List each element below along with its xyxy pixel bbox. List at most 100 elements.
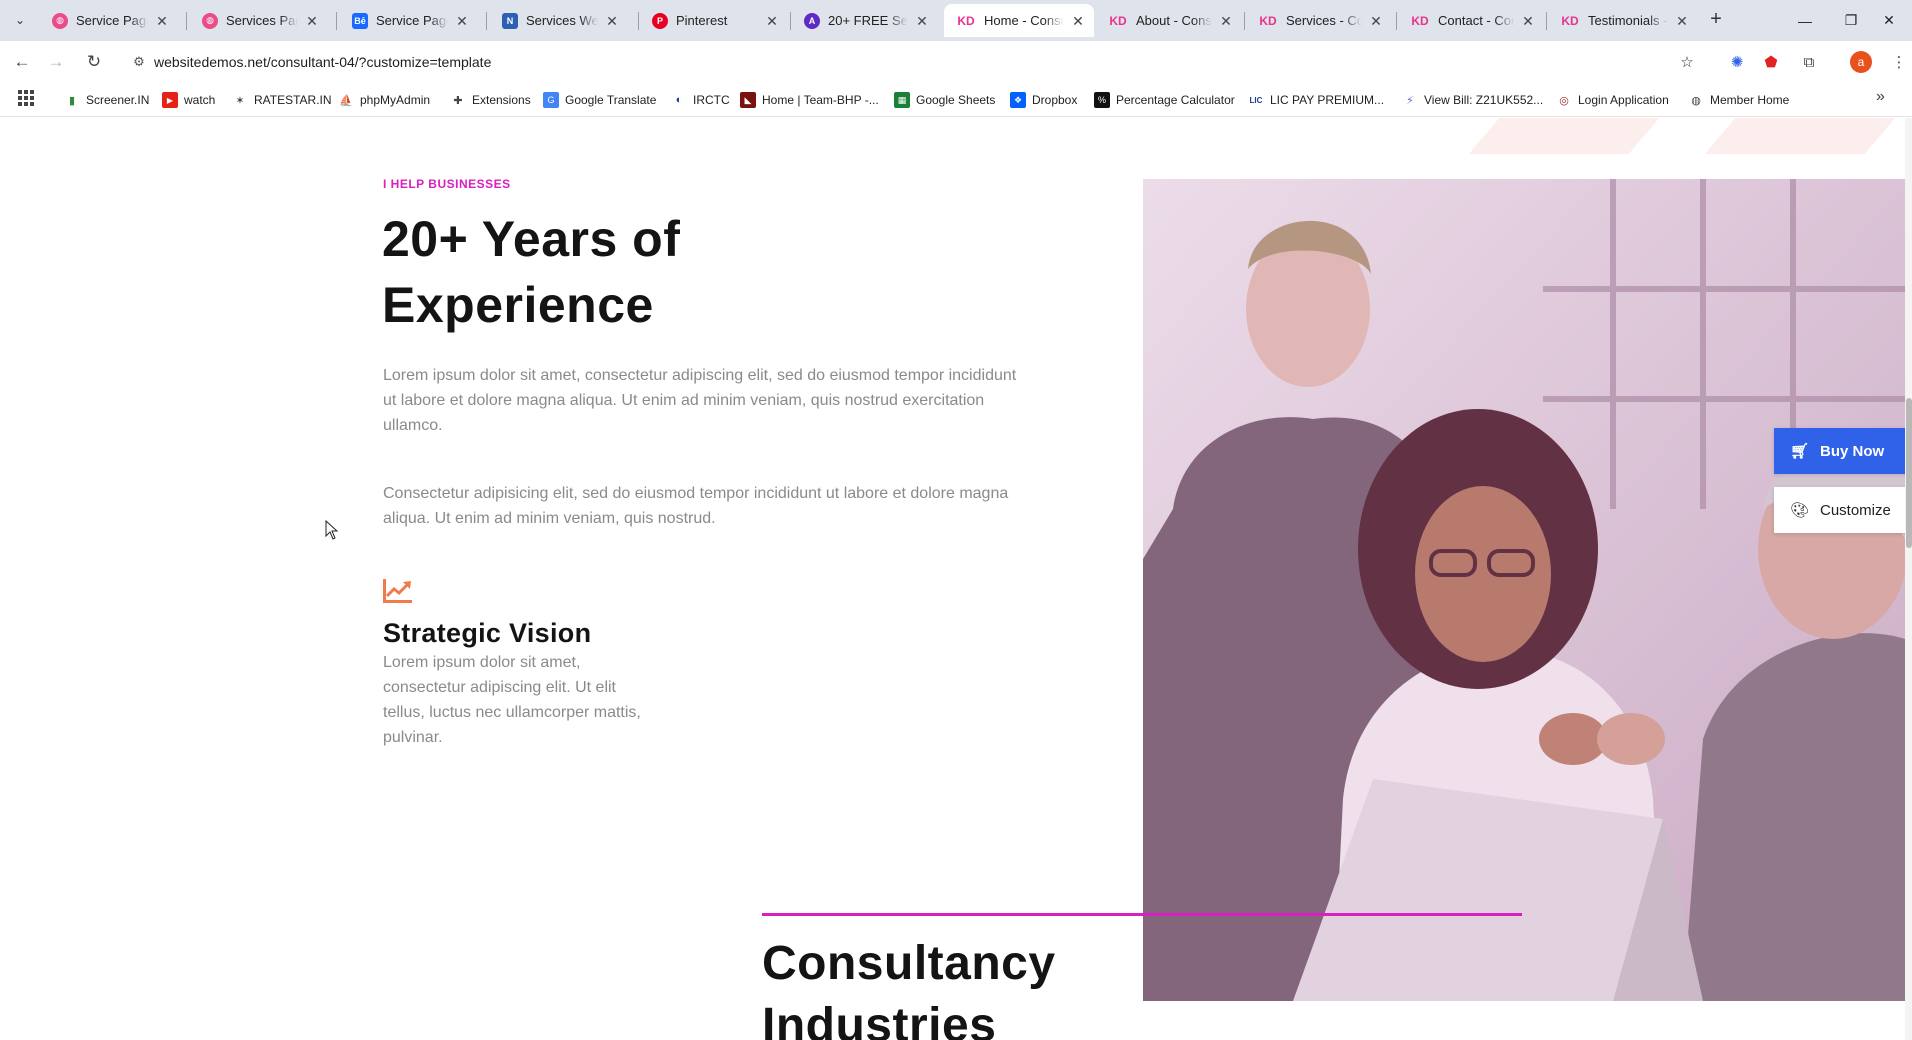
forward-arrow-icon[interactable]: → xyxy=(44,50,68,74)
bookmark-irctc[interactable]: ◐ IRCTC xyxy=(671,92,730,108)
tab-title: 20+ FREE Servi xyxy=(828,13,908,28)
tab-search-chevron-icon[interactable]: ⌄ xyxy=(8,8,32,32)
dropbox-icon: ❖ xyxy=(1010,92,1026,108)
dribbble-icon: ◍ xyxy=(202,12,218,29)
browser-menu-icon[interactable]: ⋮ xyxy=(1888,51,1910,73)
tab-contact-consultant[interactable]: KD Contact - Cons ✕ xyxy=(1398,4,1544,37)
url-text[interactable]: websitedemos.net/consultant-04/?customiz… xyxy=(154,54,491,70)
bookmark-percentage-calculator[interactable]: % Percentage Calculator xyxy=(1094,92,1235,108)
close-icon[interactable]: ✕ xyxy=(304,13,320,29)
back-arrow-icon[interactable]: ← xyxy=(10,50,34,74)
bookmark-team-bhp[interactable]: ◣ Home | Team-BHP -... xyxy=(740,92,879,108)
tab-home-consultant[interactable]: KD Home - Consu ✕ xyxy=(944,4,1094,37)
kd-icon: KD xyxy=(1259,13,1277,28)
reload-icon[interactable]: ↻ xyxy=(82,50,106,74)
apps-grid-icon[interactable] xyxy=(18,90,34,106)
palette-icon: 🎨︎ xyxy=(1790,502,1810,519)
notion-icon: N xyxy=(502,12,518,29)
kd-icon: KD xyxy=(1561,13,1579,28)
window-close-icon[interactable]: ✕ xyxy=(1866,0,1912,41)
close-icon[interactable]: ✕ xyxy=(1520,13,1536,29)
feature-title: Strategic Vision xyxy=(383,618,592,648)
extensions-puzzle-icon[interactable]: ⧉ xyxy=(1798,51,1820,73)
bookmark-watch[interactable]: ▶ watch xyxy=(162,92,215,108)
chart-trend-icon xyxy=(383,579,412,603)
bookmark-view-bill[interactable]: ⚡ View Bill: Z21UK552... xyxy=(1402,92,1543,108)
bookmark-star-icon[interactable]: ☆ xyxy=(1676,51,1698,73)
buy-now-button[interactable]: 🛒︎ Buy Now xyxy=(1774,428,1906,474)
kd-icon: KD xyxy=(1411,13,1429,28)
cart-icon: 🛒︎ xyxy=(1790,443,1810,460)
bookmark-ratestar[interactable]: ✶ RATESTAR.IN xyxy=(232,92,331,108)
page-title: 20+ Years of Experience xyxy=(382,211,681,333)
tab-services-website[interactable]: N Services Websi ✕ xyxy=(490,4,628,37)
site-info-icon[interactable]: ⚙ xyxy=(124,54,154,70)
close-icon[interactable]: ✕ xyxy=(764,13,780,29)
close-icon[interactable]: ✕ xyxy=(1674,13,1690,29)
team-photo xyxy=(1143,179,1905,1001)
extension-shield-icon[interactable]: ⬟ xyxy=(1760,51,1782,73)
bookmark-lic-pay-premium[interactable]: LIC LIC PAY PREMIUM... xyxy=(1248,92,1384,108)
bookmark-member-home[interactable]: ◍ Member Home xyxy=(1688,92,1789,108)
tab-title: Services - Cons xyxy=(1286,13,1362,28)
team-bhp-icon: ◣ xyxy=(740,92,756,108)
page-scrollbar[interactable] xyxy=(1905,118,1912,1040)
tab-title: Contact - Cons xyxy=(1438,13,1514,28)
section-heading: Consultancy Industries xyxy=(762,937,1056,1040)
tab-service-page-1[interactable]: ◍ Service Page d ✕ xyxy=(40,4,178,37)
bookmark-screener[interactable]: ▮ Screener.IN xyxy=(64,92,149,108)
close-icon[interactable]: ✕ xyxy=(1368,13,1384,29)
tab-strip: ⌄ ◍ Service Page d ✕ ◍ Services Page c ✕… xyxy=(0,0,1912,41)
address-bar[interactable]: ⚙ websitedemos.net/consultant-04/?custom… xyxy=(124,46,1714,78)
close-icon[interactable]: ✕ xyxy=(604,13,620,29)
bookmark-login-application[interactable]: ◎ Login Application xyxy=(1556,92,1669,108)
profile-avatar[interactable]: a xyxy=(1850,51,1872,73)
bookmark-google-sheets[interactable]: ▦ Google Sheets xyxy=(894,92,995,108)
puzzle-icon: ✚ xyxy=(453,94,463,107)
tab-about-consultant[interactable]: KD About - Consu ✕ xyxy=(1096,4,1242,37)
new-tab-plus-icon[interactable]: + xyxy=(1704,8,1728,32)
lic-icon: LIC xyxy=(1249,95,1263,105)
tab-title: About - Consu xyxy=(1136,13,1212,28)
customize-button[interactable]: 🎨︎ Customize xyxy=(1774,487,1906,533)
close-icon[interactable]: ✕ xyxy=(1070,13,1086,29)
tab-testimonials-consultant[interactable]: KD Testimonials - C ✕ xyxy=(1548,4,1698,37)
intro-paragraph: Lorem ipsum dolor sit amet, consectetur … xyxy=(383,367,1017,434)
tab-title: Services Page c xyxy=(226,13,298,28)
tab-title: Testimonials - C xyxy=(1588,13,1668,28)
feature-description: Lorem ipsum dolor sit amet, consectetur … xyxy=(383,654,641,746)
tab-service-page-3[interactable]: Bē Service Page D ✕ xyxy=(340,4,478,37)
tab-free-services[interactable]: A 20+ FREE Servi ✕ xyxy=(792,4,938,37)
minimize-icon[interactable]: — xyxy=(1782,0,1828,41)
bar-chart-icon: ▮ xyxy=(68,94,76,107)
close-icon[interactable]: ✕ xyxy=(154,13,170,29)
team-photo-illustration xyxy=(1143,179,1905,1001)
scrollbar-thumb[interactable] xyxy=(1906,398,1912,548)
tab-service-page-2[interactable]: ◍ Services Page c ✕ xyxy=(190,4,328,37)
tab-title: Service Page d xyxy=(76,13,148,28)
tab-pinterest[interactable]: P Pinterest ✕ xyxy=(640,4,788,37)
irctc-icon: ◐ xyxy=(675,94,683,106)
tab-title: Home - Consu xyxy=(984,13,1064,28)
phpmyadmin-icon: ⛵ xyxy=(339,94,353,107)
bookmark-extensions[interactable]: ✚ Extensions xyxy=(450,92,530,108)
close-icon[interactable]: ✕ xyxy=(914,13,930,29)
google-translate-icon: G xyxy=(543,92,559,108)
decorative-stripe xyxy=(1468,118,1660,154)
close-icon[interactable]: ✕ xyxy=(1218,13,1234,29)
tab-title: Service Page D xyxy=(376,13,448,28)
bookmark-phpmyadmin[interactable]: ⛵ phpMyAdmin xyxy=(338,92,430,108)
globe-icon: ◍ xyxy=(1691,94,1701,107)
bookmark-dropbox[interactable]: ❖ Dropbox xyxy=(1010,92,1077,108)
secondary-paragraph: Consectetur adipisicing elit, sed do eiu… xyxy=(383,485,1009,527)
decorative-stripe xyxy=(1704,118,1896,154)
bill-icon: ⚡ xyxy=(1406,94,1414,107)
login-icon: ◎ xyxy=(1559,94,1569,107)
tab-services-consultant[interactable]: KD Services - Cons ✕ xyxy=(1246,4,1392,37)
google-sheets-icon: ▦ xyxy=(894,92,910,108)
astra-icon: A xyxy=(804,12,820,29)
close-icon[interactable]: ✕ xyxy=(454,13,470,29)
extension-globe-icon[interactable]: ✺ xyxy=(1726,51,1748,73)
bookmarks-overflow-chevron-icon[interactable]: » xyxy=(1876,88,1885,106)
bookmark-google-translate[interactable]: G Google Translate xyxy=(543,92,656,108)
